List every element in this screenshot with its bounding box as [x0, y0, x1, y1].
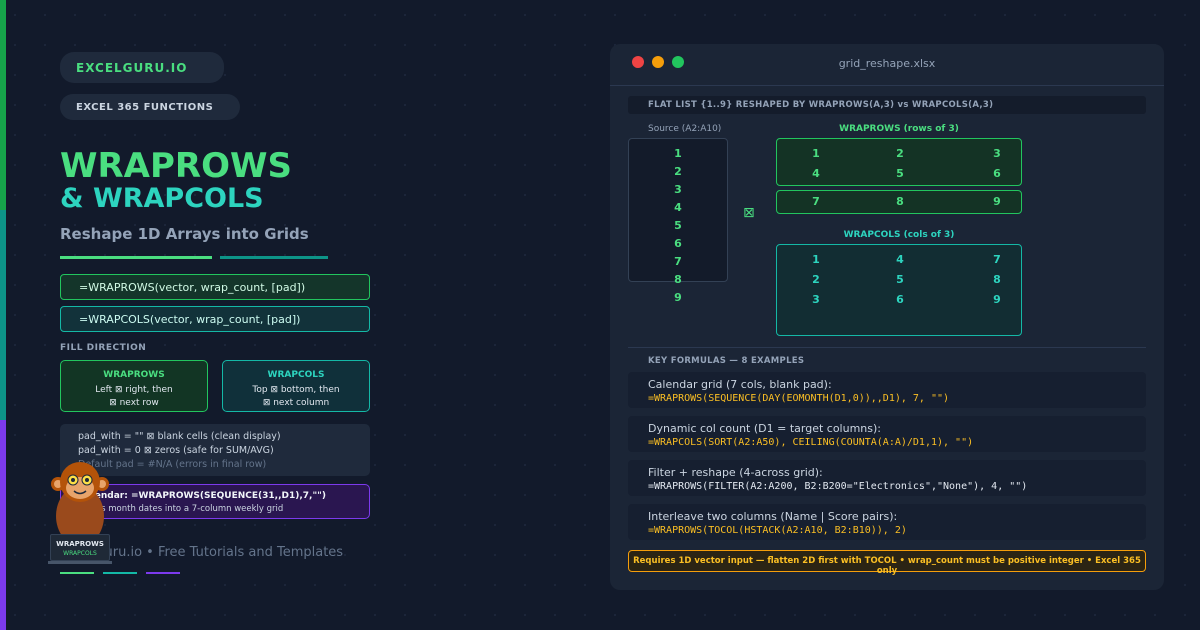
syntax-wraprows: =WRAPROWS(vector, wrap_count, [pad]): [60, 274, 370, 300]
wraprows-card-line2: ⊠ next row: [109, 398, 159, 408]
pad-note: Default pad = #N/A (errors in final row): [78, 459, 267, 470]
wraprows-cell: 2: [896, 147, 904, 160]
source-cell: 7: [674, 255, 682, 268]
wraprows-card-line1: Left ⊠ right, then: [95, 385, 173, 395]
formula-card[interactable]: Dynamic col count (D1 = target columns):…: [628, 416, 1146, 452]
wrapcols-cell: 2: [812, 273, 820, 286]
edge-accent-teal: [0, 210, 6, 420]
source-cell: 2: [674, 165, 682, 178]
laptop-sign-line2: WRAPCOLS: [63, 550, 97, 557]
formula-card[interactable]: Calendar grid (7 cols, blank pad): =WRAP…: [628, 372, 1146, 408]
pad-note: pad_with = 0 ⊠ zeros (safe for SUM/AVG): [78, 445, 274, 456]
formulas-heading: KEY FORMULAS — 8 EXAMPLES: [648, 356, 805, 366]
fill-direction-heading: FILL DIRECTION: [60, 343, 147, 353]
footer-bar-teal: [103, 572, 137, 574]
wraprows-cell: 9: [993, 195, 1001, 208]
category-badge: EXCEL 365 FUNCTIONS: [60, 94, 240, 120]
section-divider: [628, 347, 1146, 348]
formula-description: Filter + reshape (4-across grid):: [648, 466, 823, 479]
syntax-wrapcols: =WRAPCOLS(vector, wrap_count, [pad]): [60, 306, 370, 332]
wraprows-cell: 3: [993, 147, 1001, 160]
reshape-header: FLAT LIST {1..9} RESHAPED BY WRAPROWS(A,…: [628, 96, 1146, 114]
formula-description: Dynamic col count (D1 = target columns):: [648, 422, 882, 435]
formula-text: =WRAPROWS(FILTER(A2:A200, B2:B200="Elect…: [648, 481, 1028, 492]
title-line2: & WRAPCOLS: [60, 183, 264, 214]
pad-note: pad_with = "" ⊠ blank cells (clean displ…: [78, 431, 281, 442]
wrapcols-cell: 1: [812, 253, 820, 266]
formula-card[interactable]: Interleave two columns (Name | Score pai…: [628, 504, 1146, 540]
wraprows-cell: 8: [896, 195, 904, 208]
footer-bar-purple: [146, 572, 180, 574]
divider-green: [60, 256, 212, 259]
wraprows-cell: 7: [812, 195, 820, 208]
divider-teal: [220, 256, 328, 259]
wrapcols-card-line2: ⊠ next column: [262, 398, 330, 408]
edge-accent-green: [0, 0, 6, 210]
wrapcols-cell: 7: [993, 253, 1001, 266]
laptop-sign-line1: WRAPROWS: [56, 540, 104, 548]
wraprows-result-label: WRAPROWS (rows of 3): [839, 124, 959, 134]
formula-text: =WRAPROWS(SEQUENCE(DAY(EOMONTH(D1,0)),,D…: [648, 393, 950, 404]
calendar-tip-title: Calendar: =WRAPROWS(SEQUENCE(31,,D1),7,"…: [79, 491, 326, 501]
source-cell: 3: [674, 183, 682, 196]
formula-text: =WRAPROWS(TOCOL(HSTACK(A2:A10, B2:B10)),…: [648, 525, 907, 536]
source-cell: 8: [674, 273, 682, 286]
wrapcols-card-title: WRAPCOLS: [267, 370, 325, 380]
formula-description: Interleave two columns (Name | Score pai…: [648, 510, 898, 523]
transform-arrow-icon: ⊠: [743, 205, 755, 221]
wrapcols-cell: 4: [896, 253, 904, 266]
wraprows-direction-card: WRAPROWS Left ⊠ right, then ⊠ next row: [60, 360, 208, 412]
wrapcols-cell: 8: [993, 273, 1001, 286]
wraprows-cell: 4: [812, 167, 820, 180]
wrapcols-card-line1: Top ⊠ bottom, then: [252, 385, 340, 395]
brand-badge: EXCELGURU.IO: [60, 52, 224, 83]
wrapcols-cell: 3: [812, 293, 820, 306]
wraprows-cell: 5: [896, 167, 904, 180]
laptop-sign: WRAPROWS WRAPCOLS: [50, 534, 110, 561]
wraprows-card-title: WRAPROWS: [103, 370, 165, 380]
requirements-warning: Requires 1D vector input — flatten 2D fi…: [628, 550, 1146, 576]
wrapcols-cell: 9: [993, 293, 1001, 306]
subtitle: Reshape 1D Arrays into Grids: [60, 225, 309, 243]
source-label: Source (A2:A10): [648, 124, 722, 134]
formula-text: =WRAPCOLS(SORT(A2:A50), CEILING(COUNTA(A…: [648, 437, 974, 448]
wraprows-cell: 6: [993, 167, 1001, 180]
calendar-tip-desc: Wraps month dates into a 7-column weekly…: [79, 504, 284, 514]
formula-description: Calendar grid (7 cols, blank pad):: [648, 378, 832, 391]
title-line1: WRAPROWS: [60, 146, 292, 186]
wrapcols-cell: 5: [896, 273, 904, 286]
laptop-base: [48, 561, 112, 564]
source-cell: 4: [674, 201, 682, 214]
footer-bar-green: [60, 572, 94, 574]
source-cell: 9: [674, 291, 682, 304]
wrapcols-result-label: WRAPCOLS (cols of 3): [843, 230, 955, 240]
source-cell: 6: [674, 237, 682, 250]
source-cell: 5: [674, 219, 682, 232]
edge-accent-purple: [0, 420, 6, 630]
window-filename: grid_reshape.xlsx: [838, 57, 936, 70]
formula-card[interactable]: Filter + reshape (4-across grid): =WRAPR…: [628, 460, 1146, 496]
wraprows-cell: 1: [812, 147, 820, 160]
window-titlebar-divider: [610, 85, 1164, 86]
source-cell: 1: [674, 147, 682, 160]
wrapcols-direction-card: WRAPCOLS Top ⊠ bottom, then ⊠ next colum…: [222, 360, 370, 412]
wrapcols-cell: 6: [896, 293, 904, 306]
